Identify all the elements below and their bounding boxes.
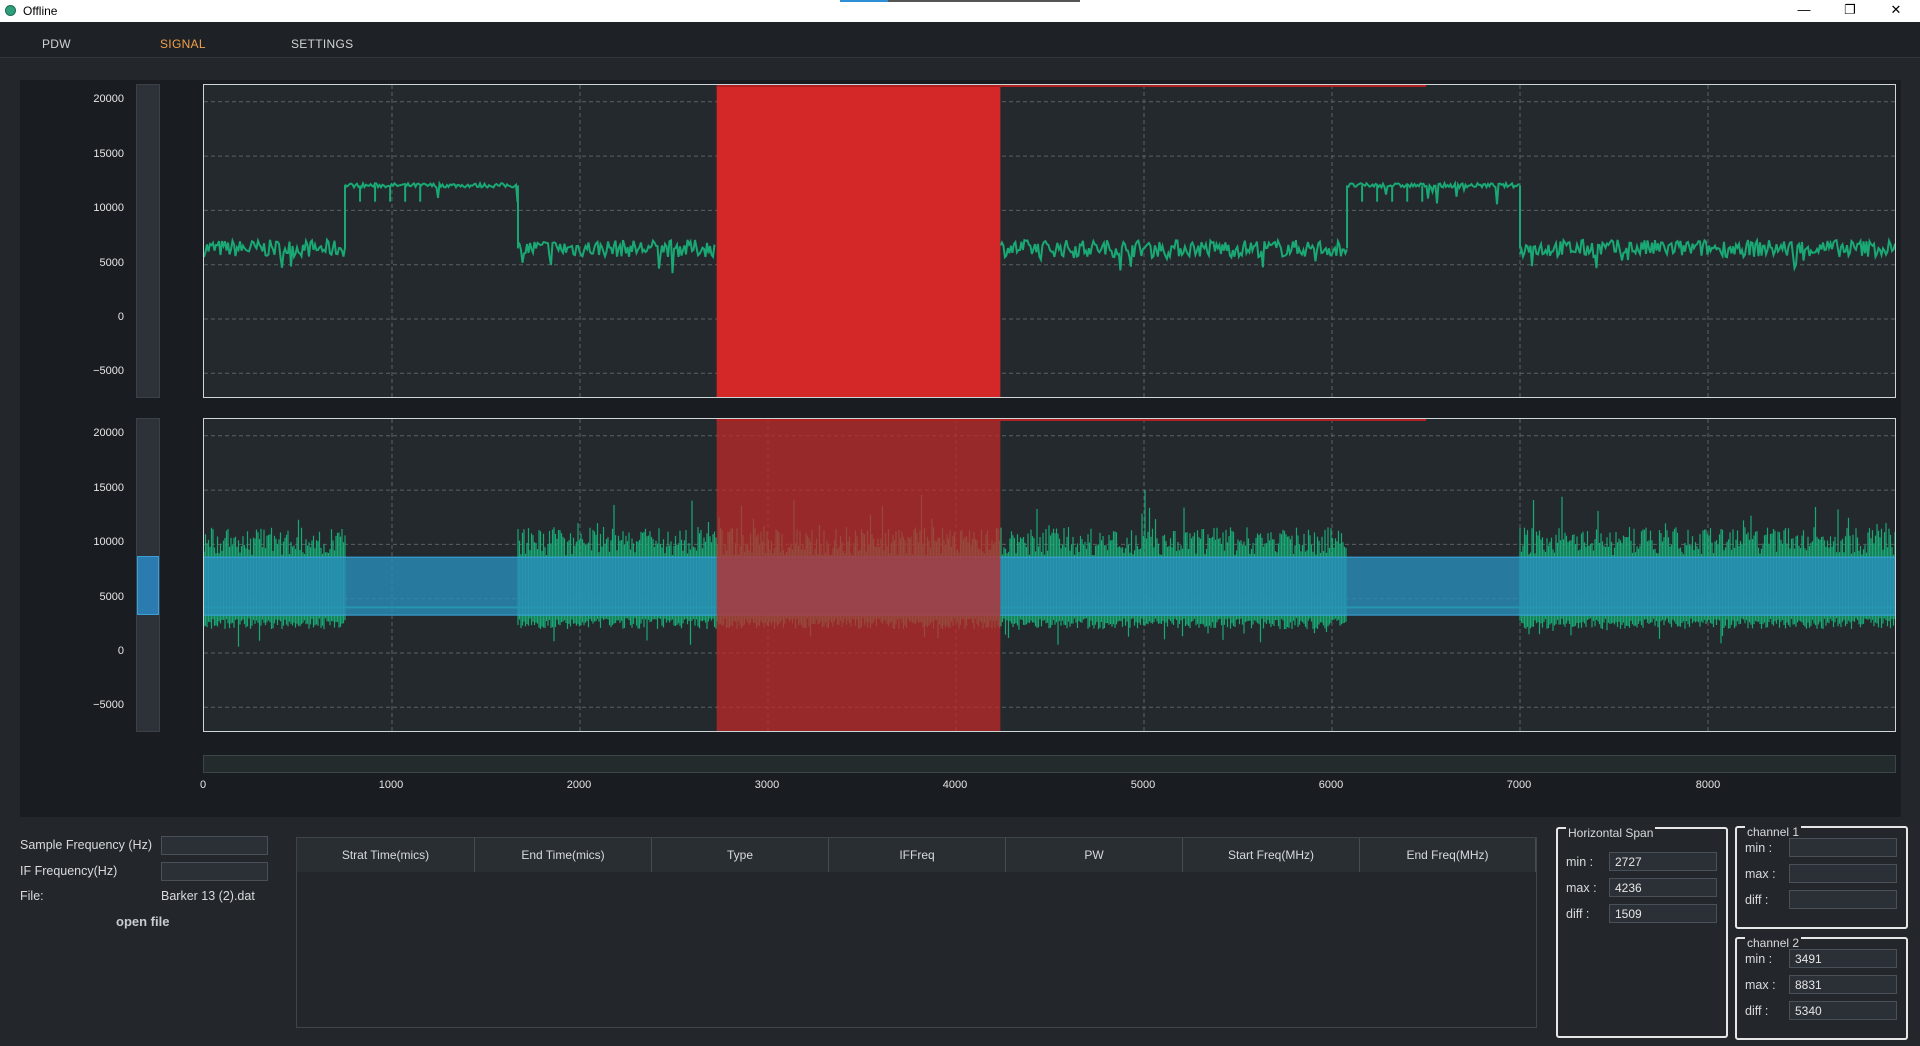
top-signal-series	[204, 237, 346, 268]
taskbar-indicator	[840, 0, 888, 2]
hspan-max-label: max :	[1566, 881, 1597, 895]
horizontal-scrollbar[interactable]	[203, 755, 1896, 773]
column-header-end-freq[interactable]: End Freq(MHz)	[1360, 838, 1536, 872]
bottom-selection-region	[716, 419, 1001, 731]
hspan-max-input[interactable]	[1609, 878, 1717, 897]
if-frequency-label: IF Frequency(Hz)	[20, 864, 118, 878]
hspan-diff-input[interactable]	[1609, 904, 1717, 923]
top-y-range-slider[interactable]	[136, 84, 160, 398]
tab-pdw[interactable]: PDW	[42, 37, 71, 51]
channel-range-handle[interactable]	[137, 556, 159, 615]
y-tick-label-top: 15000	[93, 148, 124, 160]
column-header-type[interactable]: Type	[652, 838, 829, 872]
channel-2-min-label: min :	[1745, 952, 1773, 966]
channel-1-diff-label: diff :	[1745, 893, 1769, 907]
y-tick-label-bottom: 20000	[93, 427, 124, 439]
top-signal-series	[344, 180, 519, 202]
bottom-y-range-slider[interactable]	[136, 418, 160, 732]
if-frequency-input[interactable]	[161, 862, 268, 881]
maximize-button[interactable]: ❐	[1827, 0, 1873, 22]
hspan-diff-label: diff :	[1566, 907, 1590, 921]
channel-1-title: channel 1	[1745, 825, 1802, 839]
top-selection-region	[716, 85, 1001, 397]
channel-1-max-input[interactable]	[1789, 864, 1897, 883]
channel-2-min-input[interactable]	[1789, 949, 1897, 968]
window-title: Offline	[23, 4, 58, 18]
y-tick-label-top: −5000	[93, 365, 124, 377]
y-tick-label-bottom: −5000	[93, 699, 124, 711]
sample-frequency-input[interactable]	[161, 836, 268, 855]
bottom-signal-svg	[204, 419, 1895, 731]
y-tick-label-bottom: 10000	[93, 536, 124, 548]
channel-2-diff-label: diff :	[1745, 1004, 1769, 1018]
x-tick-label: 5000	[1130, 779, 1156, 791]
top-signal-series	[517, 238, 716, 274]
channel-1-min-input[interactable]	[1789, 838, 1897, 857]
window-title-bar: Offline — ❐ ✕	[0, 0, 1920, 22]
channel-2-group: channel 2 min : max : diff :	[1735, 936, 1908, 1040]
pdw-table[interactable]: Strat Time(mics) End Time(mics) Type IFF…	[296, 837, 1537, 1028]
tab-settings[interactable]: SETTINGS	[291, 37, 353, 51]
y-tick-label-bottom: 15000	[93, 482, 124, 494]
y-tick-label-bottom: 5000	[99, 591, 124, 603]
menu-bar: PDW SIGNAL SETTINGS	[0, 22, 1920, 58]
column-header-iffreq[interactable]: IFFreq	[829, 838, 1006, 872]
top-signal-series	[999, 237, 1348, 271]
taskbar-indicator-track	[888, 0, 1080, 2]
minimize-button[interactable]: —	[1781, 0, 1827, 22]
y-tick-label-top: 0	[117, 311, 124, 323]
x-tick-label: 1000	[378, 779, 404, 791]
channel-band	[204, 557, 1895, 616]
horizontal-span-title: Horizontal Span	[1566, 826, 1656, 840]
x-tick-label: 7000	[1506, 779, 1532, 791]
x-tick-label: 6000	[1318, 779, 1344, 791]
channel-1-min-label: min :	[1745, 841, 1773, 855]
x-tick-label: 8000	[1695, 779, 1721, 791]
open-file-button[interactable]: open file	[116, 914, 169, 929]
x-tick-label: 3000	[754, 779, 780, 791]
top-signal-series	[1346, 180, 1520, 205]
column-header-end-time[interactable]: End Time(mics)	[475, 838, 652, 872]
channel-1-diff-input[interactable]	[1789, 890, 1897, 909]
file-label: File:	[20, 889, 44, 903]
channel-2-diff-input[interactable]	[1789, 1001, 1897, 1020]
y-tick-label-top: 10000	[93, 202, 124, 214]
top-signal-svg	[204, 85, 1895, 397]
hspan-min-label: min :	[1566, 855, 1594, 869]
hspan-min-input[interactable]	[1609, 852, 1717, 871]
channel-2-title: channel 2	[1745, 936, 1802, 950]
bottom-signal-plot[interactable]	[203, 418, 1896, 732]
x-tick-label: 4000	[942, 779, 968, 791]
app-icon	[5, 5, 16, 16]
column-header-start-time[interactable]: Strat Time(mics)	[297, 838, 475, 872]
channel-2-max-input[interactable]	[1789, 975, 1897, 994]
x-tick-label: 2000	[566, 779, 592, 791]
channel-2-max-label: max :	[1745, 978, 1776, 992]
x-tick-label: 0	[199, 779, 207, 791]
y-tick-label-top: 5000	[99, 257, 124, 269]
sample-frequency-label: Sample Frequency (Hz)	[20, 838, 152, 852]
y-tick-label-top: 20000	[93, 93, 124, 105]
y-tick-label-bottom: 0	[117, 645, 124, 657]
channel-1-group: channel 1 min : max : diff :	[1735, 825, 1908, 929]
column-header-pw[interactable]: PW	[1006, 838, 1183, 872]
horizontal-span-group: Horizontal Span min : max : diff :	[1556, 826, 1728, 1038]
column-header-start-freq[interactable]: Start Freq(MHz)	[1183, 838, 1360, 872]
top-signal-plot[interactable]	[203, 84, 1896, 398]
file-name: Barker 13 (2).dat	[161, 889, 255, 903]
tab-signal[interactable]: SIGNAL	[160, 37, 206, 51]
close-button[interactable]: ✕	[1873, 0, 1919, 22]
channel-1-max-label: max :	[1745, 867, 1776, 881]
